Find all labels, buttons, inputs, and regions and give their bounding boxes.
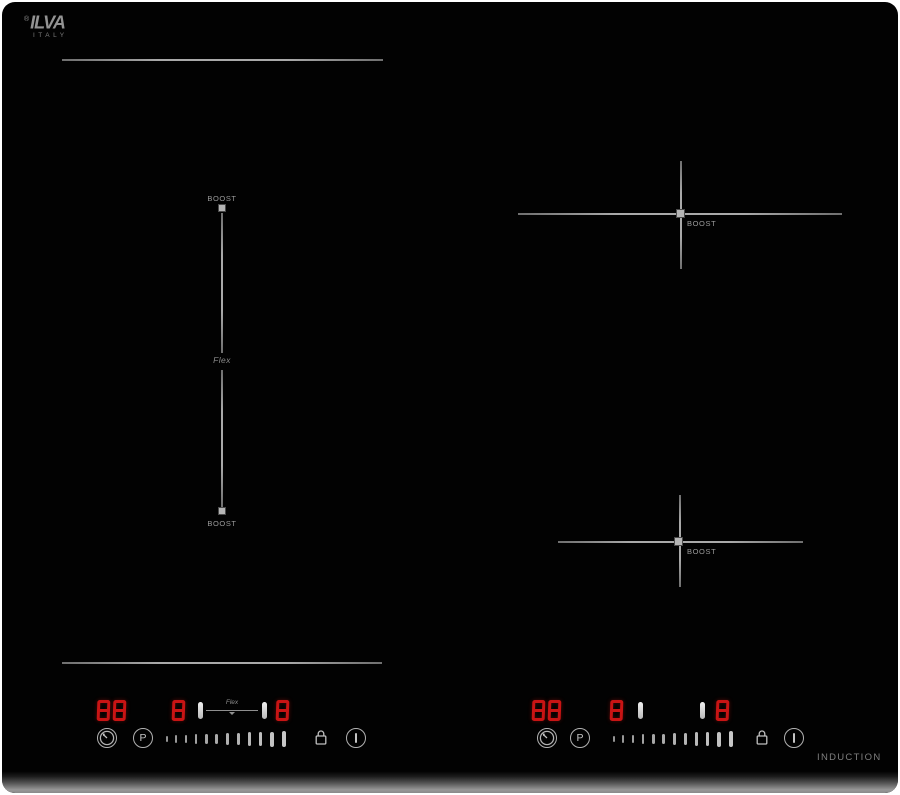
flex-zone-center-line-upper bbox=[221, 213, 223, 353]
power-level-tick[interactable] bbox=[166, 736, 168, 743]
power-level-tick[interactable] bbox=[613, 736, 615, 743]
lock-icon bbox=[314, 728, 328, 747]
flex-zone-boost-bottom-marker bbox=[218, 507, 226, 515]
left-pause-button[interactable]: P bbox=[133, 728, 153, 748]
seven-segment-digit bbox=[97, 700, 111, 721]
power-icon bbox=[793, 733, 795, 743]
power-level-tick[interactable] bbox=[215, 734, 218, 745]
brand-logo: ® ILVA ITALY bbox=[24, 13, 68, 39]
left-zone-b-select-marker bbox=[262, 702, 267, 719]
induction-hob-surface: ® ILVA ITALY BOOST Flex BOOST BOOST BOOS… bbox=[2, 2, 898, 793]
product-image: ® ILVA ITALY BOOST Flex BOOST BOOST BOOS… bbox=[0, 0, 900, 795]
power-level-tick[interactable] bbox=[259, 732, 263, 746]
left-timer-button[interactable] bbox=[97, 728, 117, 748]
right-zone-a-select-marker bbox=[638, 702, 643, 719]
power-level-tick[interactable] bbox=[195, 734, 197, 743]
power-level-tick[interactable] bbox=[673, 733, 676, 745]
induction-label: INDUCTION bbox=[817, 752, 881, 763]
power-level-tick[interactable] bbox=[185, 735, 187, 743]
left-power-button[interactable] bbox=[346, 728, 366, 748]
seven-segment-digit bbox=[548, 700, 562, 721]
zone-top-right-boost-label: BOOST bbox=[687, 219, 716, 228]
power-level-tick[interactable] bbox=[270, 732, 274, 747]
zone-top-right-center-marker bbox=[676, 209, 685, 218]
power-level-tick[interactable] bbox=[684, 733, 687, 745]
power-level-tick[interactable] bbox=[632, 735, 634, 743]
flex-zone-top-edge-line bbox=[62, 59, 383, 61]
seven-segment-digit bbox=[532, 700, 546, 721]
left-zone-b-display bbox=[276, 700, 289, 721]
pause-button-label: P bbox=[576, 733, 583, 743]
seven-segment-digit bbox=[716, 700, 730, 721]
zone-bottom-right-boost-label: BOOST bbox=[687, 547, 716, 556]
flex-zone-center-line-lower bbox=[221, 370, 223, 507]
seven-segment-digit bbox=[113, 700, 127, 721]
pause-button-label: P bbox=[139, 733, 146, 743]
flex-bridge-line bbox=[206, 710, 258, 711]
registered-mark-icon: ® bbox=[24, 16, 29, 23]
power-level-tick[interactable] bbox=[237, 733, 240, 745]
power-level-tick[interactable] bbox=[662, 734, 665, 745]
right-power-button[interactable] bbox=[784, 728, 804, 748]
brand-country: ITALY bbox=[33, 32, 68, 39]
power-level-tick[interactable] bbox=[695, 732, 698, 745]
seven-segment-digit bbox=[610, 700, 624, 721]
flex-bridge-arrow-icon bbox=[229, 712, 235, 715]
flex-bridge-indicator: Flex bbox=[206, 699, 258, 715]
right-timer-button[interactable] bbox=[537, 728, 557, 748]
power-level-tick[interactable] bbox=[282, 731, 286, 747]
power-level-tick[interactable] bbox=[175, 735, 177, 742]
right-zone-b-select-marker bbox=[700, 702, 705, 719]
power-icon bbox=[355, 733, 357, 743]
hob-front-edge bbox=[2, 771, 898, 793]
left-timer-display bbox=[97, 700, 126, 721]
power-level-tick[interactable] bbox=[226, 733, 229, 745]
power-level-tick[interactable] bbox=[706, 732, 710, 746]
timer-icon bbox=[99, 730, 115, 746]
lock-icon bbox=[755, 728, 769, 747]
right-lock-button[interactable] bbox=[755, 728, 769, 747]
brand-name: ILVA bbox=[30, 13, 65, 32]
seven-segment-digit bbox=[172, 700, 186, 721]
left-power-slider[interactable] bbox=[166, 730, 286, 748]
power-level-tick[interactable] bbox=[652, 734, 654, 744]
power-level-tick[interactable] bbox=[642, 734, 644, 743]
flex-zone-bottom-edge-line bbox=[62, 662, 382, 664]
flex-zone-boost-top-label: BOOST bbox=[197, 194, 247, 203]
flex-bridge-label: Flex bbox=[206, 699, 258, 707]
right-timer-display bbox=[532, 700, 561, 721]
power-level-tick[interactable] bbox=[205, 734, 207, 744]
right-zone-a-display bbox=[610, 700, 623, 721]
left-lock-button[interactable] bbox=[314, 728, 328, 747]
flex-zone-label: Flex bbox=[197, 355, 247, 365]
right-pause-button[interactable]: P bbox=[570, 728, 590, 748]
right-power-slider[interactable] bbox=[613, 730, 733, 748]
seven-segment-digit bbox=[276, 700, 290, 721]
timer-icon bbox=[539, 730, 555, 746]
left-zone-a-select-marker bbox=[198, 702, 203, 719]
right-zone-b-display bbox=[716, 700, 729, 721]
zone-bottom-right-center-marker bbox=[674, 537, 683, 546]
power-level-tick[interactable] bbox=[248, 732, 251, 745]
power-level-tick[interactable] bbox=[622, 735, 624, 742]
flex-zone-boost-bottom-label: BOOST bbox=[197, 519, 247, 528]
power-level-tick[interactable] bbox=[717, 732, 721, 747]
power-level-tick[interactable] bbox=[729, 731, 733, 747]
left-zone-a-display bbox=[172, 700, 185, 721]
flex-zone-boost-top-marker bbox=[218, 204, 226, 212]
